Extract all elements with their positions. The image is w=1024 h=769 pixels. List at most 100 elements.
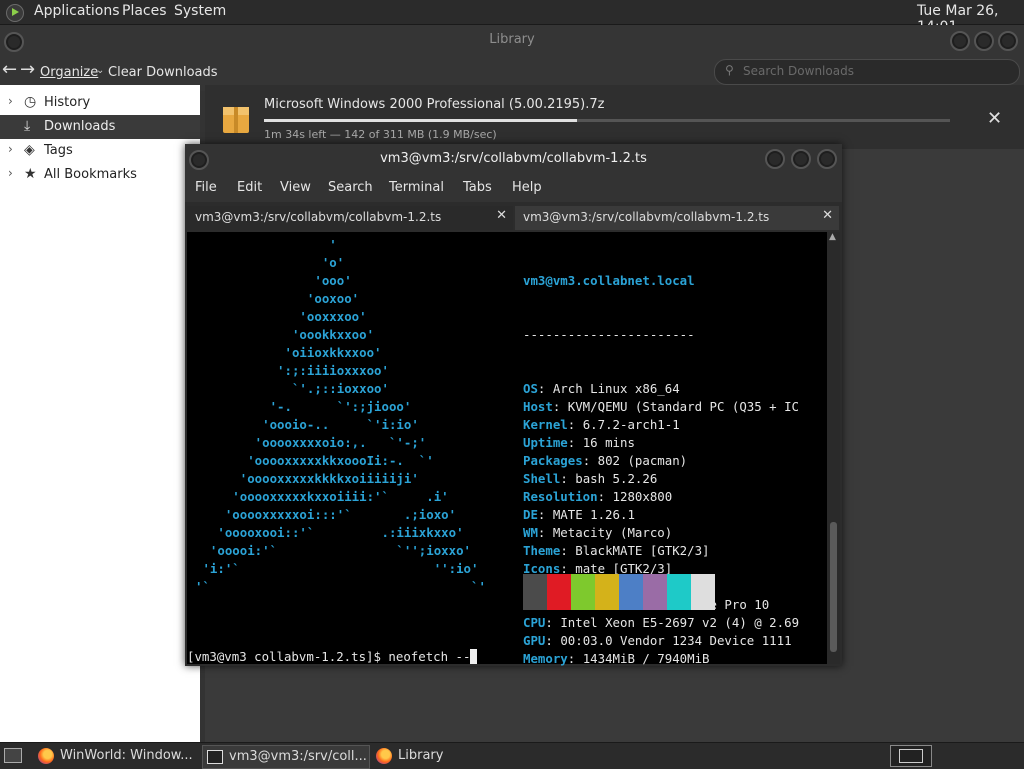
maximize-icon[interactable]: [791, 149, 811, 169]
menu-file[interactable]: File: [195, 180, 217, 195]
close-icon[interactable]: [817, 149, 837, 169]
archive-file-icon: [223, 107, 249, 133]
neofetch-line: GPU: 00:03.0 Vendor 1234 Device 1111: [523, 632, 799, 650]
neofetch-label: Memory: [523, 651, 568, 666]
search-placeholder: Search Downloads: [743, 64, 854, 78]
menu-help[interactable]: Help: [512, 180, 542, 195]
tab-label: vm3@vm3:/srv/collabvm/collabvm-1.2.ts: [195, 210, 442, 224]
search-input[interactable]: ⚲ Search Downloads: [714, 59, 1020, 85]
neofetch-info: vm3@vm3.collabnet.local ----------------…: [523, 236, 799, 704]
color-swatch: [595, 574, 619, 610]
neofetch-label: DE: [523, 507, 538, 522]
menu-search[interactable]: Search: [328, 180, 373, 195]
menu-places[interactable]: Places: [122, 3, 167, 19]
chevron-down-icon[interactable]: ⌄: [96, 65, 104, 76]
close-tab-icon[interactable]: ✕: [496, 208, 507, 223]
color-swatch: [691, 574, 715, 610]
taskbar-item-library[interactable]: Library: [372, 745, 522, 767]
menu-system[interactable]: System: [174, 3, 226, 19]
neofetch-colon: :: [560, 543, 576, 558]
download-item[interactable]: Microsoft Windows 2000 Professional (5.0…: [205, 85, 1024, 149]
neofetch-separator: -----------------------: [523, 327, 695, 342]
terminal-scrollbar[interactable]: ▲: [827, 232, 840, 664]
chevron-right-icon[interactable]: ›: [8, 94, 13, 108]
neofetch-host: vm3@vm3.collabnet.local: [523, 273, 695, 288]
neofetch-colon: :: [560, 471, 576, 486]
sidebar-item-history[interactable]: › ◷ History: [0, 91, 200, 115]
workspace-switcher[interactable]: [890, 745, 932, 767]
menu-edit[interactable]: Edit: [237, 180, 262, 195]
taskbar-item-label: WinWorld: Window...: [60, 748, 193, 763]
close-icon[interactable]: [998, 31, 1018, 51]
maximize-icon[interactable]: [974, 31, 994, 51]
minimize-icon[interactable]: [950, 31, 970, 51]
neofetch-line: WM: Metacity (Marco): [523, 524, 799, 542]
top-panel: Applications Places System Tue Mar 26, 1…: [0, 0, 1024, 35]
tab-1[interactable]: vm3@vm3:/srv/collabvm/collabvm-1.2.ts ✕: [187, 206, 513, 230]
library-sidebar: › ◷ History ⤓ Downloads › ◈ Tags › ★ All…: [0, 85, 200, 742]
neofetch-colon: :: [567, 435, 583, 450]
neofetch-label: WM: [523, 525, 538, 540]
forward-arrow-icon[interactable]: →: [20, 59, 35, 80]
chevron-right-icon[interactable]: ›: [8, 142, 13, 156]
search-icon: ⚲: [725, 63, 734, 77]
neofetch-value: BlackMATE [GTK2/3]: [575, 543, 710, 558]
clear-downloads-button[interactable]: Clear Downloads: [108, 65, 218, 80]
neofetch-line: CPU: Intel Xeon E5-2697 v2 (4) @ 2.69: [523, 614, 799, 632]
neofetch-line: Kernel: 6.7.2-arch1-1: [523, 416, 799, 434]
terminal-titlebar[interactable]: vm3@vm3:/srv/collabvm/collabvm-1.2.ts: [185, 144, 842, 174]
neofetch-value: bash 5.2.26: [575, 471, 658, 486]
menu-applications[interactable]: Applications: [34, 3, 120, 19]
terminal-output[interactable]: ' 'o' 'ooo' 'ooxoo' 'ooxxxoo' 'oookkxxoo…: [187, 232, 827, 666]
neofetch-info-lines: OS: Arch Linux x86_64 Host: KVM/QEMU (Sta…: [523, 380, 799, 668]
firefox-icon: [376, 748, 392, 764]
menu-view[interactable]: View: [280, 180, 311, 195]
download-icon: ⤓: [24, 118, 31, 134]
tab-2[interactable]: vm3@vm3:/srv/collabvm/collabvm-1.2.ts ✕: [515, 206, 839, 230]
neofetch-label: Resolution: [523, 489, 598, 504]
scrollbar-thumb[interactable]: [830, 522, 837, 652]
bottom-panel: WinWorld: Window... vm3@vm3:/srv/coll...…: [0, 742, 1024, 769]
neofetch-line: OS: Arch Linux x86_64: [523, 380, 799, 398]
sidebar-item-tags[interactable]: › ◈ Tags: [0, 139, 200, 163]
color-swatch: [667, 574, 691, 610]
star-icon: ★: [24, 166, 37, 182]
neofetch-line: Theme: BlackMATE [GTK2/3]: [523, 542, 799, 560]
show-desktop-icon[interactable]: [4, 748, 22, 763]
neofetch-colon: :: [545, 633, 561, 648]
sidebar-item-downloads[interactable]: ⤓ Downloads: [0, 115, 200, 139]
neofetch-colon: :: [537, 525, 553, 540]
library-titlebar[interactable]: Library: [0, 25, 1024, 56]
taskbar-item-terminal[interactable]: vm3@vm3:/srv/coll...: [202, 745, 370, 769]
color-swatch: [643, 574, 667, 610]
neofetch-value: 1434MiB / 7940MiB: [582, 651, 710, 666]
text-cursor: [470, 649, 478, 664]
neofetch-value: 1280x800: [612, 489, 673, 504]
organize-button[interactable]: Organize: [40, 65, 98, 80]
close-tab-icon[interactable]: ✕: [822, 208, 833, 223]
taskbar-item-winworld[interactable]: WinWorld: Window...: [34, 745, 198, 767]
menu-terminal[interactable]: Terminal: [389, 180, 444, 195]
download-progress-fill: [264, 119, 578, 122]
neofetch-colon: :: [567, 417, 583, 432]
back-arrow-icon[interactable]: ←: [2, 59, 17, 80]
scroll-up-icon[interactable]: ▲: [829, 232, 836, 242]
download-progress-bar: [264, 119, 950, 122]
menu-tabs[interactable]: Tabs: [463, 180, 492, 195]
terminal-title: vm3@vm3:/srv/collabvm/collabvm-1.2.ts: [380, 151, 647, 166]
color-swatch: [619, 574, 643, 610]
neofetch-value: MATE 1.26.1: [552, 507, 635, 522]
cancel-download-icon[interactable]: ✕: [987, 108, 1002, 129]
neofetch-label: CPU: [523, 615, 546, 630]
tag-icon: ◈: [24, 142, 35, 158]
neofetch-value: 6.7.2-arch1-1: [582, 417, 680, 432]
chevron-right-icon[interactable]: ›: [8, 166, 13, 180]
terminal-menubar: File Edit View Search Terminal Tabs Help: [185, 174, 842, 202]
neofetch-label: OS: [523, 381, 538, 396]
sidebar-item-all-bookmarks[interactable]: › ★ All Bookmarks: [0, 163, 200, 187]
mate-logo-icon[interactable]: [6, 4, 24, 22]
neofetch-label: GPU: [523, 633, 546, 648]
neofetch-line: Resolution: 1280x800: [523, 488, 799, 506]
neofetch-label: Theme: [523, 543, 561, 558]
minimize-icon[interactable]: [765, 149, 785, 169]
